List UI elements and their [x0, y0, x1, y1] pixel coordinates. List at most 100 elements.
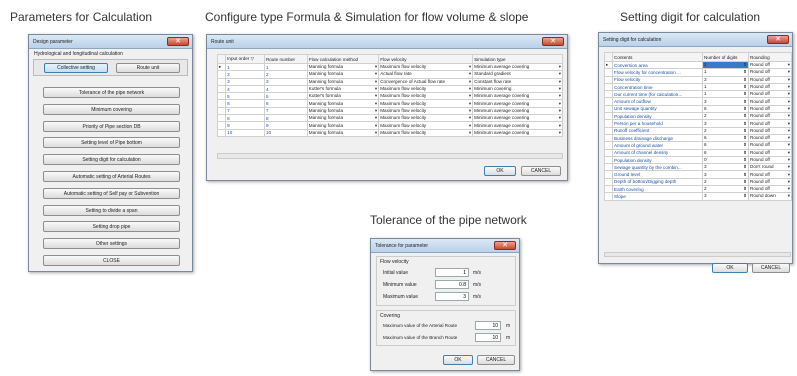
- rounding-cell[interactable]: Round off ▾: [748, 170, 792, 179]
- digits-cell[interactable]: 6 ⬍: [702, 148, 749, 157]
- table-row[interactable]: Our current time (for calculation... 1 ⬍ Ro…: [604, 90, 792, 99]
- simulation-type-cell[interactable]: Minimum average covering ▾: [472, 106, 563, 116]
- table-row[interactable]: 3 3 Manning formula ▾ Convergence of Actual …: [216, 77, 563, 86]
- design-button-7[interactable]: Automatic setting of Self pay or Subvent…: [43, 187, 180, 199]
- simulation-type-cell[interactable]: Constant flow rate ▾: [472, 77, 563, 86]
- simulation-type-cell[interactable]: Minimum average covering ▾: [472, 92, 563, 101]
- table-row[interactable]: 5 5 Kutter's formula ▾ Maximum flow velocity…: [216, 92, 563, 101]
- dropdown-arrow-icon[interactable]: ▾: [788, 114, 790, 119]
- simulation-type-cell[interactable]: Minimum average covering ▾: [472, 128, 563, 137]
- dropdown-arrow-icon[interactable]: ▾: [559, 130, 561, 135]
- spinner-icon[interactable]: ⬍: [743, 179, 747, 184]
- spinner-icon[interactable]: ⬍: [743, 157, 747, 162]
- dropdown-arrow-icon[interactable]: ▾: [375, 108, 377, 113]
- col-flow-velocity[interactable]: Flow velocity: [378, 54, 474, 64]
- simulation-type-cell[interactable]: Minimum average covering ▾: [472, 62, 563, 72]
- digits-cell[interactable]: 3 ⬍: [702, 163, 749, 172]
- flow-velocity-cell[interactable]: Maximum flow velocity ▾: [378, 114, 474, 123]
- table-row[interactable]: Depth of bottom/Digging depth 2 ⬍ Round off…: [604, 177, 792, 187]
- close-icon[interactable]: ✕: [167, 37, 189, 46]
- flow-velocity-cell[interactable]: Maximum flow velocity ▾: [378, 62, 474, 72]
- flow-velocity-cell[interactable]: Maximum flow velocity ▾: [378, 84, 474, 94]
- spinner-icon[interactable]: ⬍: [743, 121, 747, 126]
- dropdown-arrow-icon[interactable]: ▾: [375, 86, 377, 91]
- table-row[interactable]: Sewage quantity by the combin... 3 ⬍ Don't …: [604, 163, 792, 172]
- dropdown-arrow-icon[interactable]: ▾: [788, 143, 790, 148]
- dropdown-arrow-icon[interactable]: ▾: [788, 136, 790, 141]
- dropdown-arrow-icon[interactable]: ▾: [469, 130, 471, 135]
- flow-velocity-cell[interactable]: Maximum flow velocity ▾: [378, 92, 474, 101]
- dropdown-arrow-icon[interactable]: ▾: [788, 172, 790, 177]
- dropdown-arrow-icon[interactable]: ▾: [788, 84, 790, 89]
- dropdown-arrow-icon[interactable]: ▾: [375, 94, 377, 99]
- initial-value-field[interactable]: [435, 268, 469, 277]
- dropdown-arrow-icon[interactable]: ▾: [788, 194, 790, 199]
- digits-cell[interactable]: 2 ⬍: [702, 126, 749, 135]
- dropdown-arrow-icon[interactable]: ▾: [469, 72, 471, 77]
- spinner-icon[interactable]: ⬍: [743, 128, 747, 133]
- digits-cell[interactable]: 2 ⬍: [702, 177, 749, 187]
- simulation-type-cell[interactable]: Minimum average covering ▾: [472, 99, 563, 108]
- dropdown-arrow-icon[interactable]: ▾: [559, 123, 561, 128]
- digits-cell[interactable]: 2 ⬍: [702, 112, 749, 121]
- digits-cell[interactable]: 3 ⬍: [702, 97, 749, 106]
- table-row[interactable]: Slope 3 ⬍ Round down ▾: [604, 192, 792, 201]
- col-simulation-type[interactable]: Simulation type: [472, 54, 563, 64]
- rounding-cell[interactable]: Round off ▾: [748, 155, 792, 165]
- flow-method-cell[interactable]: Manning formula ▾: [306, 77, 380, 86]
- digits-cell[interactable]: 2 ⬍: [702, 60, 749, 70]
- table-row[interactable]: ▸ 1 1 Manning formula ▾ Maximum flow velocity…: [216, 62, 563, 72]
- digits-cell[interactable]: 6 ⬍: [702, 104, 749, 114]
- dropdown-arrow-icon[interactable]: ▾: [559, 108, 561, 113]
- dropdown-arrow-icon[interactable]: ▾: [375, 123, 377, 128]
- rounding-cell[interactable]: Round off ▾: [748, 177, 792, 187]
- design-button-9[interactable]: Setting drop pipe: [43, 221, 180, 233]
- horizontal-scrollbar[interactable]: [604, 252, 791, 257]
- rounding-cell[interactable]: Round down ▾: [748, 192, 792, 201]
- table-row[interactable]: Unit sewage quantity 6 ⬍ Round off ▾: [604, 104, 792, 114]
- tab-collective-setting[interactable]: Collective setting: [44, 63, 108, 73]
- design-button-2[interactable]: Minimum covering: [43, 103, 180, 115]
- arterial-field[interactable]: [475, 321, 501, 330]
- spinner-icon[interactable]: ⬍: [743, 84, 747, 89]
- design-button-6[interactable]: Automatic setting of Arterial Routes: [43, 171, 180, 182]
- dropdown-arrow-icon[interactable]: ▾: [788, 70, 790, 75]
- dropdown-arrow-icon[interactable]: ▾: [469, 123, 471, 128]
- dropdown-arrow-icon[interactable]: ▾: [469, 94, 471, 99]
- table-row[interactable]: ▸ Conversion area 2 ⬍ Round off ▾: [604, 60, 792, 70]
- rounding-cell[interactable]: Round off ▾: [748, 104, 792, 114]
- dropdown-arrow-icon[interactable]: ▾: [788, 99, 790, 104]
- flow-method-cell[interactable]: Manning formula ▾: [306, 99, 380, 108]
- dropdown-arrow-icon[interactable]: ▾: [375, 79, 377, 84]
- col-route-number[interactable]: Route number: [263, 54, 308, 64]
- table-row[interactable]: Business drainage discharge 6 ⬍ Round off ▾: [604, 133, 792, 143]
- flow-method-cell[interactable]: Kutter's formula ▾: [306, 84, 380, 94]
- table-row[interactable]: 9 9 Manning formula ▾ Maximum flow velocity ▾…: [216, 121, 563, 130]
- dropdown-arrow-icon[interactable]: ▾: [788, 63, 790, 68]
- spinner-icon[interactable]: ⬍: [743, 106, 747, 111]
- minimum-value-field[interactable]: [435, 280, 469, 289]
- rounding-cell[interactable]: Round off ▾: [748, 68, 792, 77]
- spinner-icon[interactable]: ⬍: [743, 187, 747, 192]
- ok-button[interactable]: OK: [443, 355, 473, 365]
- design-button-10[interactable]: Other settings: [43, 238, 180, 250]
- table-row[interactable]: Population density 0 ⬍ Round off ▾: [604, 155, 792, 165]
- table-row[interactable]: Flow velocity for concentration ... 1 ⬍ Rou…: [604, 68, 792, 77]
- rounding-cell[interactable]: Round off ▾: [748, 75, 792, 84]
- table-row[interactable]: Amount of channel density 6 ⬍ Round off ▾: [604, 148, 792, 157]
- dropdown-arrow-icon[interactable]: ▾: [788, 106, 790, 111]
- digits-cell[interactable]: 6 ⬍: [702, 141, 749, 150]
- simulation-type-cell[interactable]: Minimum covering ▾: [472, 84, 563, 94]
- digits-cell[interactable]: 3 ⬍: [702, 75, 749, 84]
- flow-method-cell[interactable]: Manning formula ▾: [306, 70, 380, 79]
- rounding-cell[interactable]: Round off ▾: [748, 97, 792, 106]
- spinner-icon[interactable]: ⬍: [743, 70, 747, 75]
- design-button-3[interactable]: Priority of Pipe section DB: [43, 120, 180, 132]
- dropdown-arrow-icon[interactable]: ▾: [788, 128, 790, 133]
- col-rounding[interactable]: Rounding: [748, 52, 792, 62]
- dropdown-arrow-icon[interactable]: ▾: [559, 94, 561, 99]
- ok-button[interactable]: OK: [484, 166, 516, 176]
- flow-velocity-cell[interactable]: Actual flow rate ▾: [378, 70, 474, 79]
- flow-method-cell[interactable]: Manning formula ▾: [306, 106, 380, 116]
- design-button-1[interactable]: Tolerance of the pipe network: [43, 87, 180, 98]
